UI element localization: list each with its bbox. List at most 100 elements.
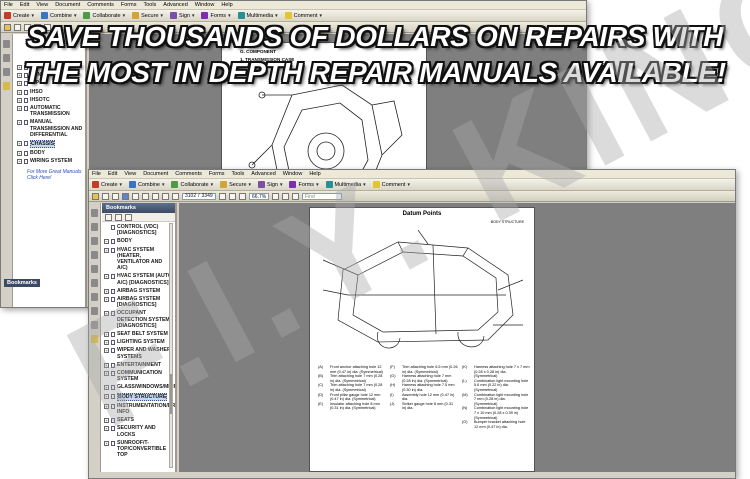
print-icon[interactable] — [112, 192, 119, 200]
bookmarks-scroll-thumb[interactable] — [170, 374, 172, 414]
new-bookmark-icon[interactable] — [125, 213, 132, 221]
sign-button[interactable]: Sign ▼ — [169, 12, 195, 19]
menu-help[interactable]: Help — [221, 2, 232, 8]
bookmark-item[interactable]: + WIPER AND WASHER SYSTEMS — [104, 347, 173, 360]
expand-toggle-icon[interactable]: + — [104, 340, 109, 346]
bookmark-item[interactable]: CONTROL (VDC) [DIAGNOSTICS] — [104, 224, 173, 236]
hand-tool-icon[interactable] — [142, 192, 149, 200]
expand-toggle-icon[interactable]: + — [17, 151, 22, 157]
expand-toggle-icon[interactable]: + — [104, 385, 109, 391]
snapshot-icon[interactable] — [162, 192, 169, 200]
menu-tools[interactable]: Tools — [143, 2, 156, 8]
bookmark-item[interactable]: + GLASS/WINDOWS/MIRRORS — [104, 384, 175, 391]
expand-toggle-icon[interactable]: + — [104, 426, 109, 432]
multimedia-button[interactable]: Multimedia ▼ — [325, 181, 367, 188]
rotate-icon[interactable] — [292, 192, 299, 200]
find-input[interactable]: Find — [302, 192, 342, 200]
signatures-tab-icon[interactable] — [91, 237, 98, 245]
menu-forms[interactable]: Forms — [121, 2, 137, 8]
bookmark-item[interactable]: + COMMUNICATION SYSTEM — [104, 370, 173, 382]
more-manuals-link[interactable]: For More Great Manuals Click Here! — [27, 169, 89, 181]
create-button[interactable]: Create ▼ — [4, 12, 35, 19]
model-tree-tab-icon[interactable] — [91, 321, 98, 329]
bookmark-item[interactable]: + SEAT BELT SYSTEM — [104, 331, 173, 338]
collaborate-button[interactable]: Collaborate ▼ — [171, 181, 214, 188]
expand-toggle-icon[interactable]: + — [104, 362, 109, 368]
combine-button[interactable]: Combine ▼ — [40, 12, 77, 19]
comment-button[interactable]: Comment ▼ — [284, 12, 323, 19]
menu-window[interactable]: Window — [283, 171, 303, 177]
fields-tab-icon[interactable] — [91, 307, 98, 315]
comments-tab-icon[interactable] — [91, 335, 98, 343]
bookmark-item[interactable]: + MANUAL TRANSMISSION AND DIFFERENTIAL — [17, 119, 83, 138]
sign-button[interactable]: Sign ▼ — [257, 181, 283, 188]
bookmark-item[interactable]: + CHASSIS — [17, 140, 83, 149]
page-number-field[interactable]: 3102/3349 — [182, 192, 216, 200]
create-button[interactable]: Create ▼ — [92, 181, 123, 188]
multimedia-button[interactable]: Multimedia ▼ — [237, 12, 279, 19]
bookmarks-scrollbar[interactable] — [169, 223, 173, 468]
expand-toggle-icon[interactable]: + — [104, 393, 109, 399]
menu-tools[interactable]: Tools — [231, 171, 244, 177]
menu-document[interactable]: Document — [55, 2, 80, 8]
menu-comments[interactable]: Comments — [87, 2, 114, 8]
content-tab-icon[interactable] — [91, 279, 98, 287]
menu-edit[interactable]: Edit — [20, 2, 29, 8]
menu-advanced[interactable]: Advanced — [251, 171, 275, 177]
fit-width-icon[interactable] — [282, 192, 289, 200]
email-icon[interactable] — [122, 192, 129, 200]
bookmark-item[interactable]: + INSTRUMENTATION/DRIVER INFO — [104, 403, 175, 415]
menu-comments[interactable]: Comments — [175, 171, 202, 177]
expand-toggle-icon[interactable]: + — [17, 97, 22, 103]
layers-tab-icon[interactable] — [91, 251, 98, 259]
combine-button[interactable]: Combine ▼ — [128, 181, 165, 188]
secure-button[interactable]: Secure ▼ — [220, 181, 252, 188]
save-icon[interactable] — [102, 192, 109, 200]
delete-bookmark-icon[interactable] — [115, 213, 122, 221]
bookmark-options-icon[interactable] — [105, 213, 112, 221]
bookmark-item[interactable]: + OCCUPANT DETECTION SYSTEM [DIAGNOSTICS] — [104, 310, 173, 329]
expand-toggle-icon[interactable]: + — [104, 332, 109, 338]
zoom-field[interactable]: 66.7% — [249, 192, 269, 200]
bookmark-item[interactable]: + SEATS — [104, 417, 173, 424]
expand-toggle-icon[interactable]: + — [104, 440, 109, 446]
tags-tab-icon[interactable] — [91, 293, 98, 301]
expand-toggle-icon[interactable]: + — [104, 371, 109, 377]
forms-button[interactable]: Forms ▼ — [201, 12, 232, 19]
expand-toggle-icon[interactable]: + — [17, 120, 22, 126]
menu-edit[interactable]: Edit — [108, 171, 117, 177]
select-tool-icon[interactable] — [152, 192, 159, 200]
bookmark-item[interactable]: + HVAC SYSTEM (AUTO A/C) [DIAGNOSTICS] — [104, 273, 173, 286]
menu-file[interactable]: File — [4, 2, 13, 8]
bookmark-item[interactable]: + LIGHTING SYSTEM — [104, 339, 173, 346]
menu-window[interactable]: Window — [195, 2, 215, 8]
bookmark-item[interactable]: + ENTERTAINMENT — [104, 362, 173, 368]
comment-button[interactable]: Comment ▼ — [372, 181, 411, 188]
attachments-tab-icon[interactable] — [91, 223, 98, 231]
articles-tab-icon[interactable] — [91, 265, 98, 273]
expand-toggle-icon[interactable]: + — [104, 274, 109, 280]
zoom-in-icon[interactable] — [239, 192, 246, 200]
bookmark-item[interactable]: + HVAC SYSTEM (HEATER, VENTILATOR AND A/C… — [104, 247, 173, 272]
forms-button[interactable]: Forms ▼ — [289, 181, 320, 188]
bookmark-item[interactable]: + AUTOMATIC TRANSMISSION — [17, 105, 83, 117]
previous-page-icon[interactable] — [172, 192, 179, 200]
menu-file[interactable]: File — [92, 171, 101, 177]
bookmark-item[interactable]: + AIRBAG SYSTEM — [104, 288, 173, 294]
expand-toggle-icon[interactable]: + — [17, 159, 22, 165]
open-icon[interactable] — [92, 192, 99, 200]
expand-toggle-icon[interactable]: − — [104, 239, 109, 245]
expand-toggle-icon[interactable]: + — [104, 403, 109, 409]
bookmark-item[interactable]: + BODY STRUCTURE — [104, 392, 173, 401]
zoom-out-icon[interactable] — [229, 192, 236, 200]
bookmark-item[interactable]: + AIRBAG SYSTEM [DIAGNOSTICS] — [104, 296, 173, 308]
expand-toggle-icon[interactable]: + — [17, 89, 22, 95]
bookmark-item[interactable]: + SECURITY AND LOCKS — [104, 425, 173, 438]
menu-forms[interactable]: Forms — [209, 171, 225, 177]
search-icon[interactable] — [132, 192, 139, 200]
expand-toggle-icon[interactable]: + — [104, 311, 109, 317]
expand-toggle-icon[interactable]: + — [104, 348, 109, 354]
bookmark-item[interactable]: − BODY — [104, 238, 173, 245]
menu-help[interactable]: Help — [309, 171, 320, 177]
menu-document[interactable]: Document — [143, 171, 168, 177]
